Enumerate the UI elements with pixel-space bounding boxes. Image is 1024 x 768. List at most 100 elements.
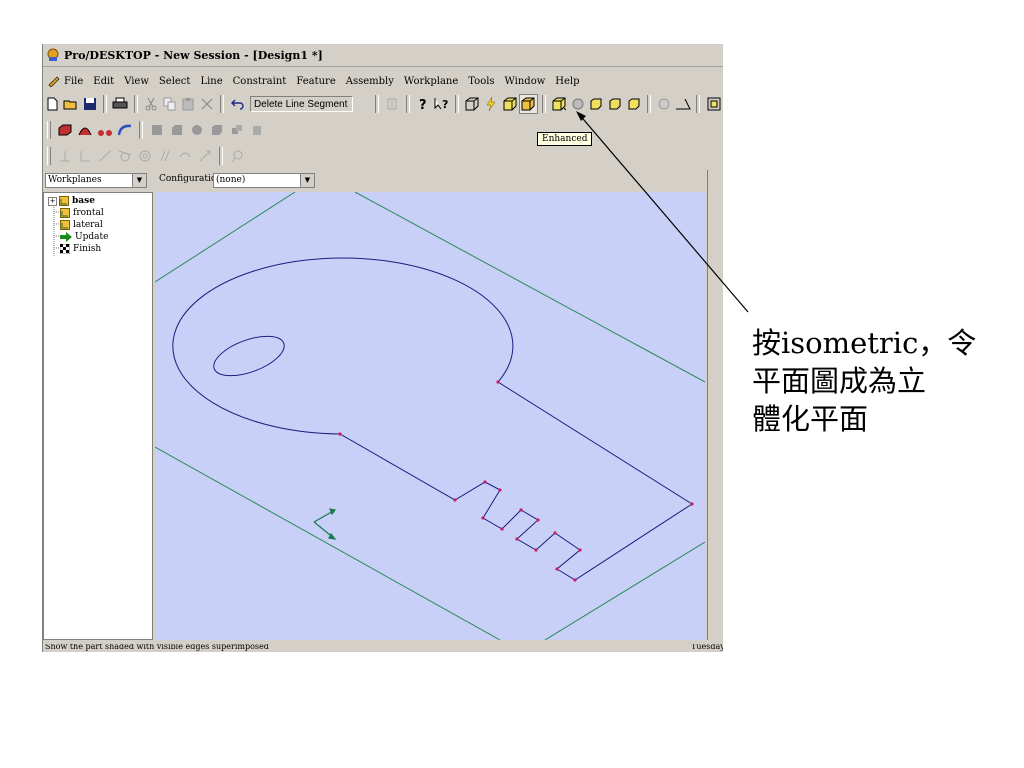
svg-text:?: ? <box>442 98 448 111</box>
sketch-canvas[interactable] <box>155 192 705 640</box>
chamfer-button[interactable] <box>167 120 187 140</box>
save-disk-icon <box>83 98 96 110</box>
menu-file[interactable]: File <box>61 76 88 87</box>
help-button[interactable]: ? <box>414 94 433 114</box>
print-button[interactable] <box>111 94 130 114</box>
loft-button[interactable] <box>115 120 135 140</box>
svg-text:?: ? <box>419 98 427 111</box>
flash-button[interactable] <box>482 94 501 114</box>
workplanes-select[interactable]: Workplanes ▼ <box>45 173 147 188</box>
shaded-cube-icon <box>503 97 517 111</box>
sweep-icon <box>98 130 112 136</box>
delete-x-icon <box>201 98 213 110</box>
selector-row: Workplanes ▼ Configuration (none) ▼ <box>43 172 723 190</box>
revolve-button[interactable] <box>75 120 95 140</box>
app-menu-icon[interactable] <box>47 75 61 87</box>
delete-button[interactable] <box>198 94 217 114</box>
view-sphere-button[interactable] <box>568 94 587 114</box>
toolbar-grip[interactable] <box>47 147 51 165</box>
tree-item-label: base <box>72 196 95 206</box>
chevron-down-icon[interactable]: ▼ <box>300 174 314 187</box>
constraint-align-button[interactable] <box>175 146 195 166</box>
menu-edit[interactable]: Edit <box>88 76 119 87</box>
pause-button[interactable] <box>383 94 402 114</box>
menu-help[interactable]: Help <box>550 76 584 87</box>
shell-button[interactable] <box>187 120 207 140</box>
mirror-icon <box>253 126 261 135</box>
constraint-perpendicular-button[interactable] <box>55 146 75 166</box>
tree-item-lateral[interactable]: lateral <box>60 219 103 231</box>
toolbar-separator <box>219 147 223 165</box>
undo-button[interactable] <box>228 94 247 114</box>
view-top-button[interactable] <box>606 94 625 114</box>
mirror-button[interactable] <box>247 120 267 140</box>
paste-button[interactable] <box>179 94 198 114</box>
menu-tools[interactable]: Tools <box>463 76 499 87</box>
menu-view[interactable]: View <box>119 76 154 87</box>
shaded-view-button[interactable] <box>500 94 519 114</box>
constraint-dimension-button[interactable] <box>227 146 247 166</box>
draft-button[interactable] <box>207 120 227 140</box>
tree-item-update[interactable]: Update <box>60 231 108 243</box>
menu-bar: File Edit View Select Line Constraint Fe… <box>43 72 723 90</box>
lightning-icon <box>486 96 496 112</box>
dimension-icon <box>231 150 243 163</box>
menu-workplane[interactable]: Workplane <box>399 76 463 87</box>
menu-select[interactable]: Select <box>154 76 196 87</box>
constraint-corner-button[interactable] <box>75 146 95 166</box>
sweep-button[interactable] <box>95 120 115 140</box>
toolbar-separator <box>541 95 546 113</box>
menu-window[interactable]: Window <box>500 76 551 87</box>
extrude-button[interactable] <box>55 120 75 140</box>
copy-button[interactable] <box>160 94 179 114</box>
save-button[interactable] <box>80 94 99 114</box>
toolbar-separator <box>405 95 410 113</box>
workplanes-select-value: Workplanes <box>48 175 102 185</box>
view-side-button[interactable] <box>625 94 644 114</box>
angle-line-icon <box>99 150 111 162</box>
constraint-parallel-button[interactable] <box>155 146 175 166</box>
status-message: Show the part shaded with visible edges … <box>45 644 269 651</box>
tree-item-frontal[interactable]: frontal <box>60 207 104 219</box>
loft-icon <box>117 124 132 136</box>
expand-plus-icon[interactable]: + <box>48 196 57 206</box>
wireframe-view-button[interactable] <box>463 94 482 114</box>
chevron-down-icon[interactable]: ▼ <box>132 174 146 187</box>
tree-item-finish[interactable]: Finish <box>60 243 101 255</box>
menu-feature[interactable]: Feature <box>291 76 340 87</box>
cut-button[interactable] <box>142 94 161 114</box>
pattern-button[interactable] <box>227 120 247 140</box>
context-help-button[interactable]: ? <box>432 94 451 114</box>
corner-icon <box>80 151 90 162</box>
cube-top-icon <box>609 98 621 110</box>
constraint-concentric-button[interactable] <box>135 146 155 166</box>
constraint-fix-button[interactable] <box>195 146 215 166</box>
enhanced-view-button[interactable] <box>518 94 538 114</box>
tree-item-label: Finish <box>73 244 102 254</box>
revolve-icon <box>78 127 92 136</box>
fillet-icon <box>152 125 162 135</box>
tree-item-base[interactable]: + base <box>48 195 95 207</box>
view-perspective-button[interactable] <box>674 94 693 114</box>
vertical-scrollbar[interactable] <box>707 170 723 640</box>
menu-line[interactable]: Line <box>195 76 227 87</box>
workplane-icon <box>59 196 69 206</box>
printer-icon <box>112 97 128 109</box>
zoom-fit-button[interactable] <box>704 94 723 114</box>
open-button[interactable] <box>62 94 81 114</box>
toolbar-grip[interactable] <box>47 121 51 139</box>
menu-assembly[interactable]: Assembly <box>341 76 399 87</box>
window-title: Pro/DESKTOP - New Session - [Design1 *] <box>64 48 323 62</box>
constraint-tangent-button[interactable] <box>115 146 135 166</box>
view-front-button[interactable] <box>587 94 606 114</box>
view-section-button[interactable] <box>655 94 674 114</box>
constraint-angle-button[interactable] <box>95 146 115 166</box>
fix-icon <box>199 150 211 162</box>
configuration-select[interactable]: (none) ▼ <box>213 173 315 188</box>
menu-constraint[interactable]: Constraint <box>228 76 292 87</box>
design-viewport[interactable] <box>155 192 705 640</box>
fillet-button[interactable] <box>147 120 167 140</box>
isometric-button[interactable] <box>550 94 569 114</box>
new-button[interactable] <box>43 94 62 114</box>
axis-triad-icon <box>313 508 337 540</box>
